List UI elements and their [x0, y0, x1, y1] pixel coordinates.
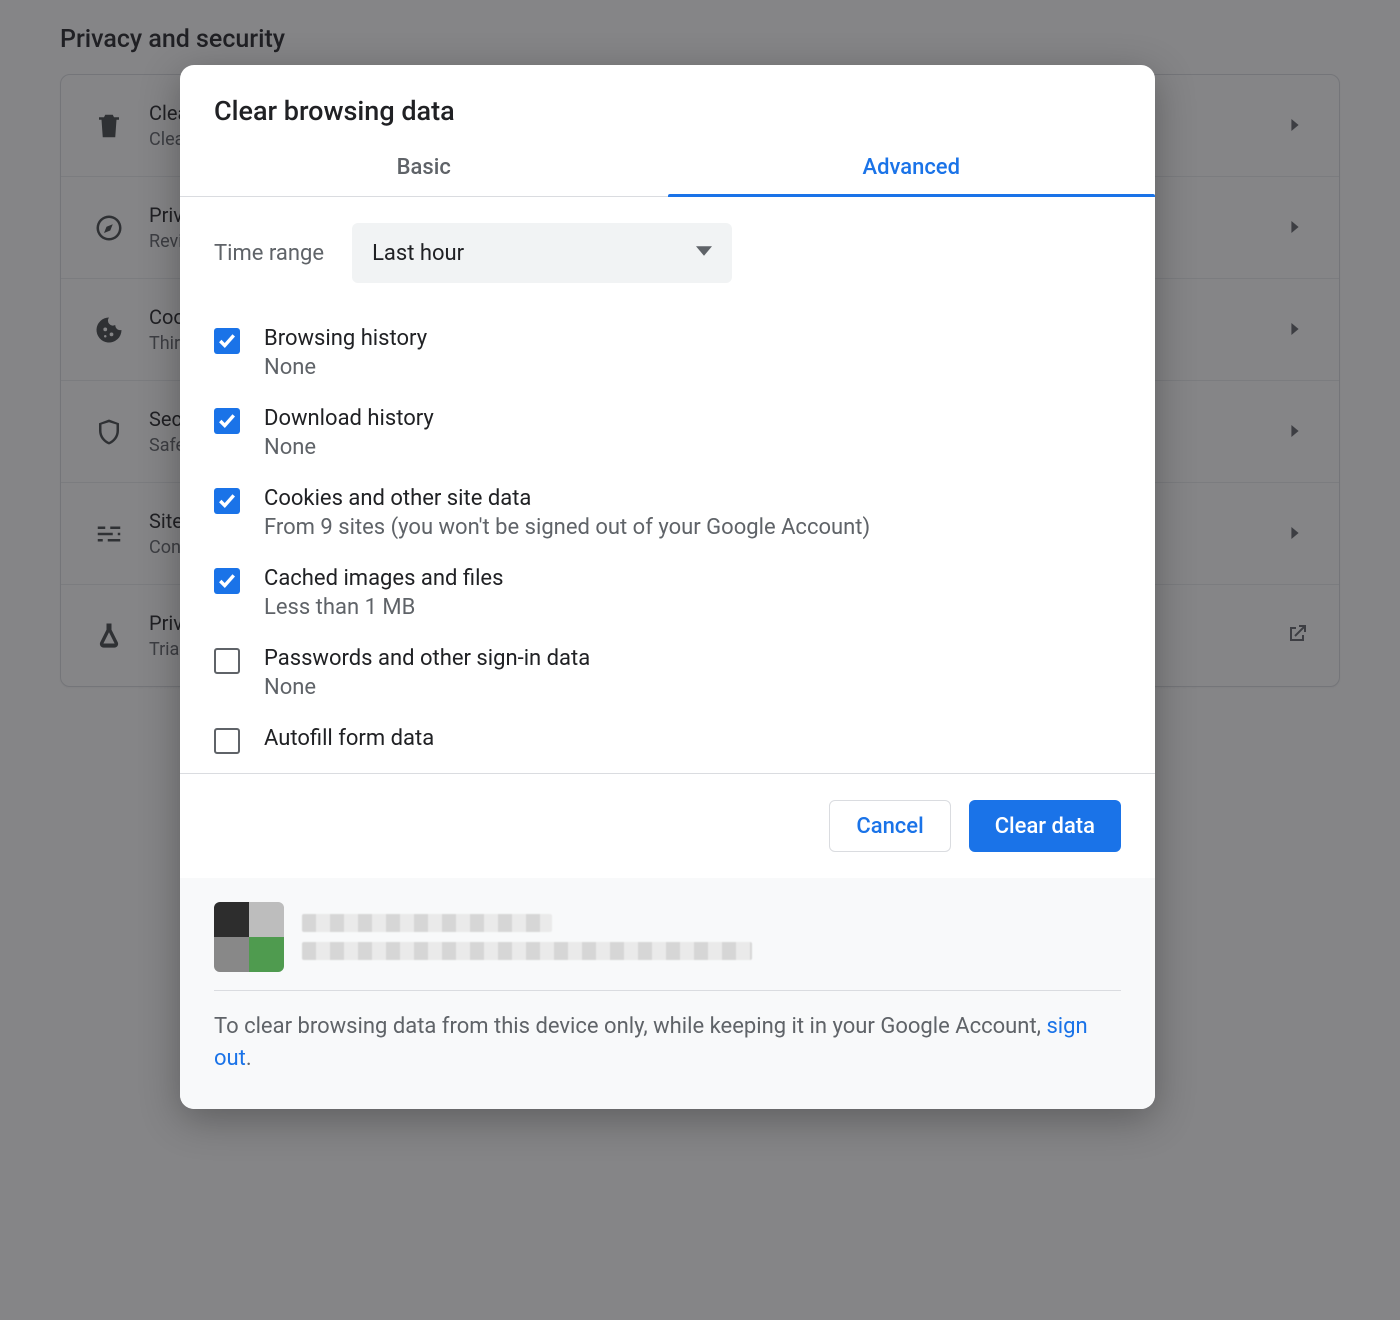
checkbox[interactable] [214, 328, 240, 354]
cancel-button[interactable]: Cancel [829, 800, 950, 852]
dialog-actions: Cancel Clear data [180, 773, 1155, 878]
time-range-label: Time range [214, 241, 324, 266]
item-title: Download history [264, 406, 434, 431]
item-text: Download history None [264, 406, 434, 460]
time-range-select[interactable]: Last hour [352, 223, 732, 283]
account-row [214, 902, 1121, 972]
checkbox[interactable] [214, 568, 240, 594]
item-title: Autofill form data [264, 726, 434, 751]
item-sub: None [264, 435, 434, 460]
item-text: Passwords and other sign-in data None [264, 646, 590, 700]
dialog-tabs: Basic Advanced [180, 155, 1155, 197]
item-title: Cookies and other site data [264, 486, 870, 511]
item-title: Passwords and other sign-in data [264, 646, 590, 671]
tab-basic[interactable]: Basic [180, 155, 668, 196]
item-text: Autofill form data [264, 726, 434, 755]
account-redacted-text [302, 914, 752, 960]
checkbox[interactable] [214, 728, 240, 754]
item-text: Cookies and other site data From 9 sites … [264, 486, 870, 540]
clear-data-item: Passwords and other sign-in data None [214, 633, 1121, 713]
clear-data-item: Browsing history None [214, 313, 1121, 393]
item-sub: None [264, 675, 590, 700]
checkbox[interactable] [214, 488, 240, 514]
tab-advanced[interactable]: Advanced [668, 155, 1156, 196]
time-range-value: Last hour [372, 241, 464, 266]
chevron-down-icon [696, 243, 712, 263]
footer-note: To clear browsing data from this device … [214, 1011, 1121, 1075]
dialog-footer: To clear browsing data from this device … [180, 878, 1155, 1109]
dialog-title: Clear browsing data [180, 65, 1155, 155]
item-text: Browsing history None [264, 326, 427, 380]
clear-data-item: Cached images and files Less than 1 MB [214, 553, 1121, 633]
clear-data-button[interactable]: Clear data [969, 800, 1121, 852]
item-title: Cached images and files [264, 566, 503, 591]
clear-browsing-data-dialog: Clear browsing data Basic Advanced Time … [180, 65, 1155, 1109]
checkbox[interactable] [214, 408, 240, 434]
item-text: Cached images and files Less than 1 MB [264, 566, 503, 620]
item-sub: Less than 1 MB [264, 595, 503, 620]
clear-data-item: Download history None [214, 393, 1121, 473]
clear-data-item: Cookies and other site data From 9 sites … [214, 473, 1121, 553]
avatar [214, 902, 284, 972]
item-title: Browsing history [264, 326, 427, 351]
clear-data-item: Autofill form data [214, 713, 1121, 768]
item-sub: None [264, 355, 427, 380]
checkbox[interactable] [214, 648, 240, 674]
item-sub: From 9 sites (you won't be signed out of… [264, 515, 870, 540]
